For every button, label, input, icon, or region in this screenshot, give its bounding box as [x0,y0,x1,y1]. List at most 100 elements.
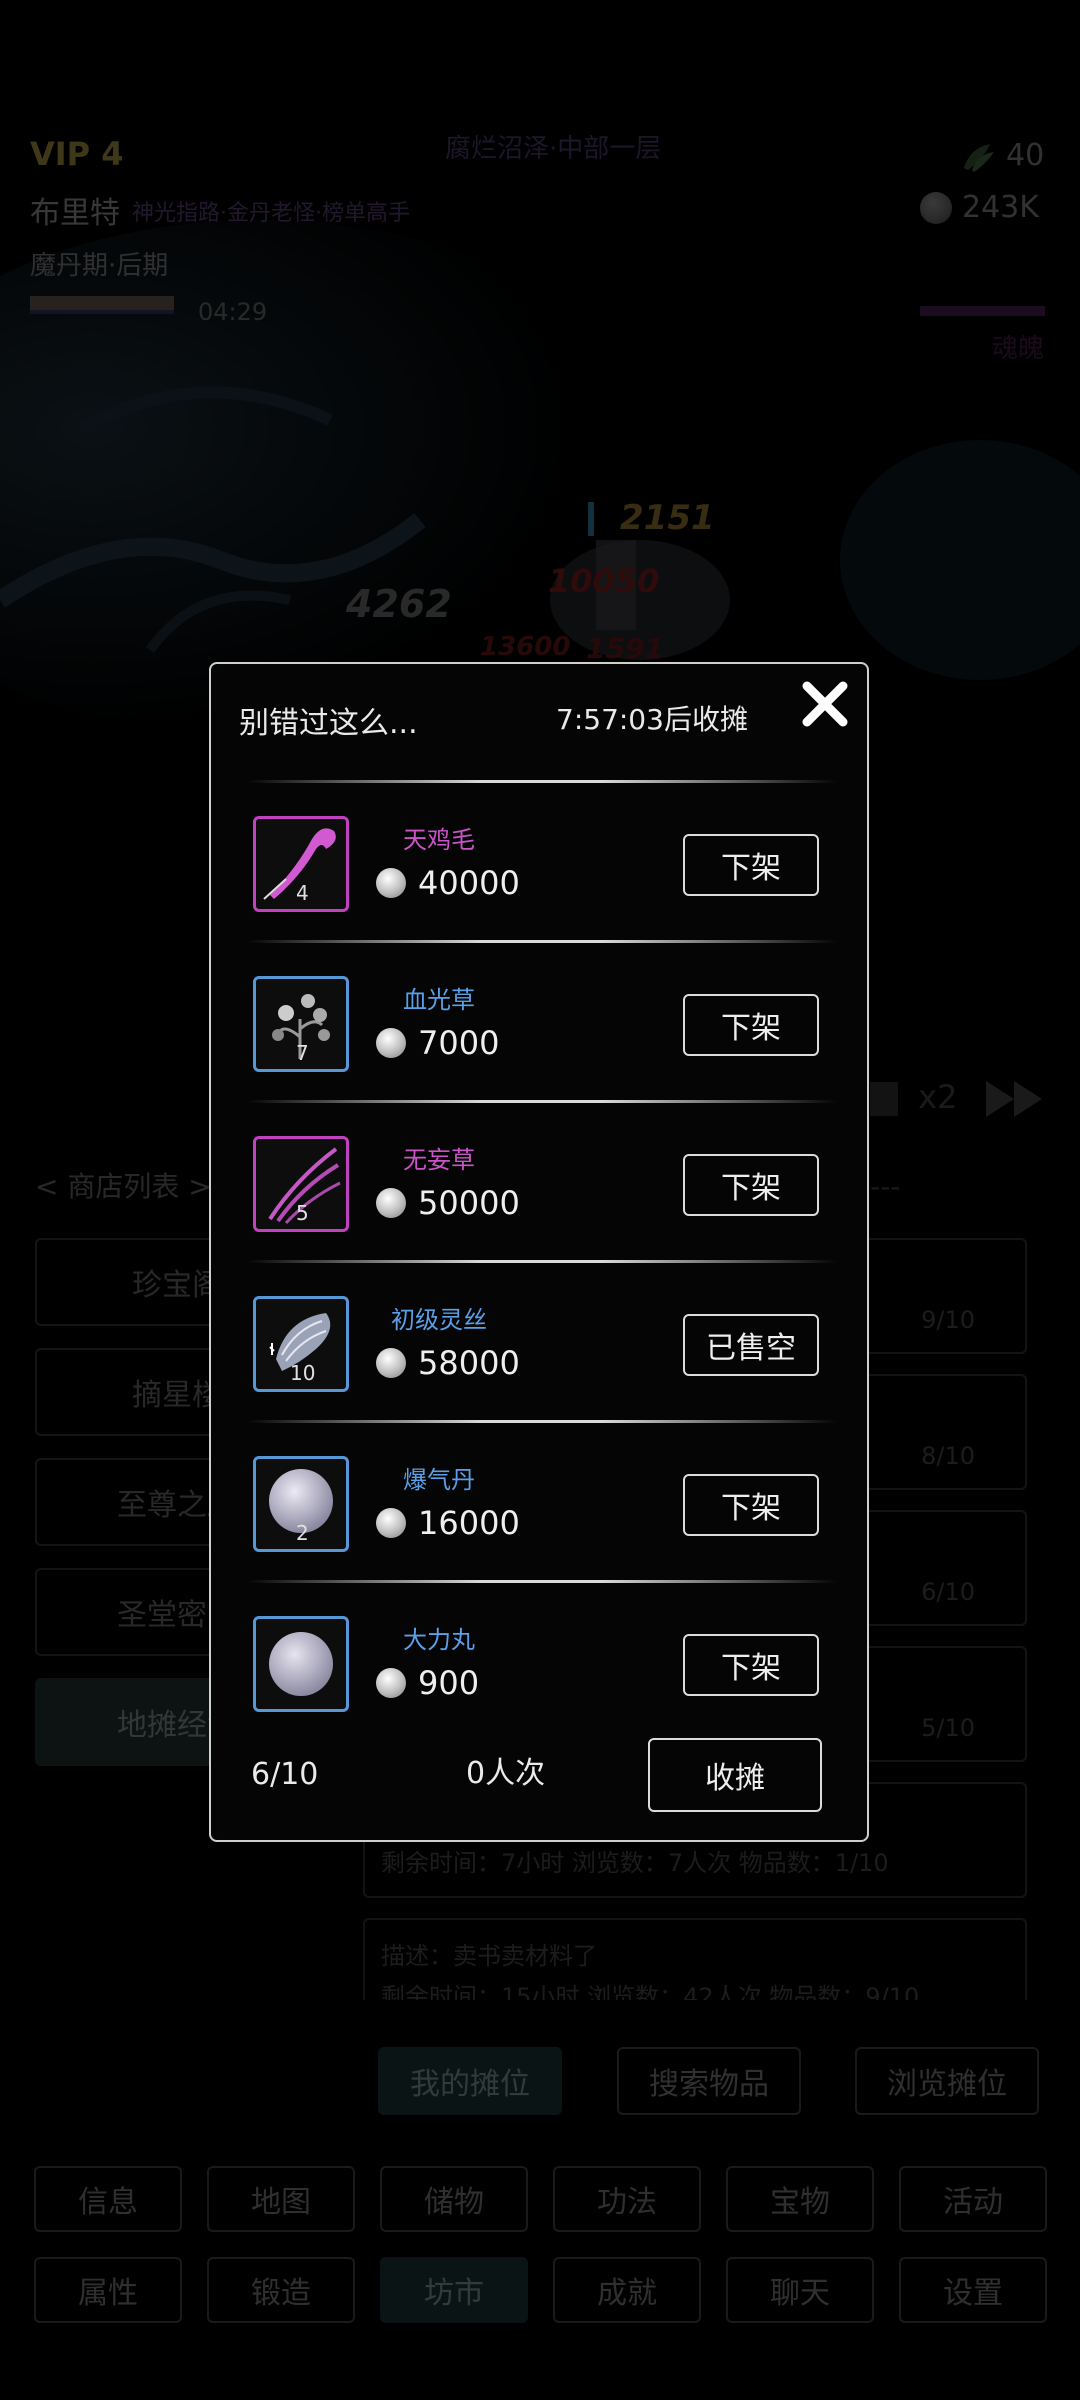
delist-button[interactable]: 下架 [683,1474,819,1536]
item-slot[interactable] [253,1616,349,1712]
nav-skills[interactable]: 功法 [553,2166,701,2232]
item-slot[interactable]: 2 [253,1456,349,1552]
stall-item-count: 6/10 [921,1578,975,1606]
item-name: 血光草 [403,986,475,1014]
player-name: 布里特 [30,196,120,231]
item-quantity: 10 [290,1361,316,1385]
nav-achievements[interactable]: 成就 [553,2257,701,2323]
herb-icon [964,143,994,172]
item-slot[interactable]: 7 [253,976,349,1072]
fast-forward-icon[interactable] [984,1079,1046,1119]
nav-info[interactable]: 信息 [34,2166,182,2232]
nav-settings[interactable]: 设置 [899,2257,1047,2323]
item-quantity: 7 [296,1041,309,1065]
nav-treasure[interactable]: 宝物 [726,2166,874,2232]
herb-count: 40 [1006,138,1045,173]
item-slot[interactable]: 4 [253,816,349,912]
stall-item-row: 4 天鸡毛 40000 下架 [211,784,867,944]
stall-item-count: 9/10 [921,1306,975,1334]
enemy-name: 魂魄 [992,334,1045,364]
item-slot[interactable]: 5 [253,1136,349,1232]
player-titles: 神光指路·金丹老怪·榜单高手 [132,201,410,226]
price-value: 50000 [418,1184,520,1222]
coin-icon [376,1028,406,1058]
dialog-title: 别错过这么... [239,706,418,741]
coin-count: 243K [962,190,1039,225]
damage-number: 10050 [548,562,660,600]
item-quantity: 4 [296,881,309,905]
item-price: 40000 [376,864,520,902]
delist-button[interactable]: 下架 [683,1154,819,1216]
mana-tick [588,502,594,536]
stall-item-row: 7 血光草 7000 下架 [211,944,867,1104]
delist-button[interactable]: 下架 [683,1634,819,1696]
price-value: 40000 [418,864,520,902]
nav-storage[interactable]: 储物 [380,2166,528,2232]
stall-item-row: 2 爆气丹 16000 下架 [211,1424,867,1584]
item-price: 50000 [376,1184,520,1222]
tab-my-stall[interactable]: 我的摊位 [378,2047,562,2115]
item-name: 初级灵丝 [391,1306,487,1334]
damage-number: 4262 [346,582,452,626]
map-name: 腐烂沼泽·中部一层 [445,134,662,164]
sold-out-button[interactable]: 已售空 [683,1314,819,1376]
price-value: 7000 [418,1024,500,1062]
item-price: 900 [376,1664,479,1702]
item-name: 天鸡毛 [403,826,475,854]
close-stall-button[interactable]: 收摊 [648,1738,822,1812]
my-stall-dialog: 别错过这么... 7:57:03后收摊 4 天鸡毛 40000 下架 7 血光草… [209,662,869,1842]
coin-counter: 243K [920,190,1039,225]
delist-button[interactable]: 下架 [683,834,819,896]
stall-visit-count: 0人次 [466,1756,546,1791]
row-divider [247,1100,837,1103]
stall-item-row: 10 初级灵丝 58000 已售空 [211,1264,867,1424]
item-name: 无妄草 [403,1146,475,1174]
stall-card[interactable]: 描述：卖书卖材料了 剩余时间：15小时 浏览数：42人次 物品数：9/10 [363,1918,1027,2000]
shop-list-title: < 商店列表 > [35,1170,212,1203]
row-divider [247,1580,837,1583]
speed-control[interactable]: x2 [870,1078,1046,1119]
battle-timer: 04:29 [198,298,268,326]
stall-item-count: 8/10 [921,1442,975,1470]
stall-countdown: 7:57:03后收摊 [556,703,748,736]
nav-map[interactable]: 地图 [207,2166,355,2232]
nav-forge[interactable]: 锻造 [207,2257,355,2323]
coin-icon [376,868,406,898]
pause-icon [870,1082,898,1116]
nav-events[interactable]: 活动 [899,2166,1047,2232]
nav-market[interactable]: 坊市 [380,2257,528,2323]
delist-button[interactable]: 下架 [683,994,819,1056]
item-name: 大力丸 [403,1626,475,1654]
enemy-hp-bar [920,306,1045,316]
speed-label: x2 [918,1078,958,1116]
item-quantity: 2 [296,1521,309,1545]
close-icon[interactable] [797,676,853,732]
stall-item-row: 5 无妄草 50000 下架 [211,1104,867,1264]
row-divider [247,780,837,783]
herb-counter: 40 [960,138,1044,173]
row-divider [247,940,837,943]
coin-icon [376,1188,406,1218]
item-price: 16000 [376,1504,520,1542]
nav-chat[interactable]: 聊天 [726,2257,874,2323]
vip-level: VIP 4 [30,135,124,173]
stall-description: 描述：卖书卖材料了 [381,1942,597,1970]
price-value: 16000 [418,1504,520,1542]
item-quantity: 5 [296,1201,309,1225]
item-slot[interactable]: 10 [253,1296,349,1392]
stall-info: 剩余时间：7小时 浏览数：7人次 物品数：1/10 [381,1849,889,1877]
coin-icon [920,191,952,224]
row-divider [247,1420,837,1423]
tab-browse-stalls[interactable]: 浏览摊位 [855,2047,1039,2115]
damage-number: 1591 [586,632,664,665]
item-price: 7000 [376,1024,499,1062]
coin-icon [376,1348,406,1378]
nav-attributes[interactable]: 属性 [34,2257,182,2323]
damage-number: 2151 [620,498,715,538]
row-divider [247,1260,837,1263]
stall-item-row: 大力丸 900 下架 [211,1584,867,1744]
stall-info: 剩余时间：15小时 浏览数：42人次 物品数：9/10 [381,1983,920,2000]
item-price: 58000 [376,1344,520,1382]
tab-search-items[interactable]: 搜索物品 [617,2047,801,2115]
exp-bar [30,296,174,314]
